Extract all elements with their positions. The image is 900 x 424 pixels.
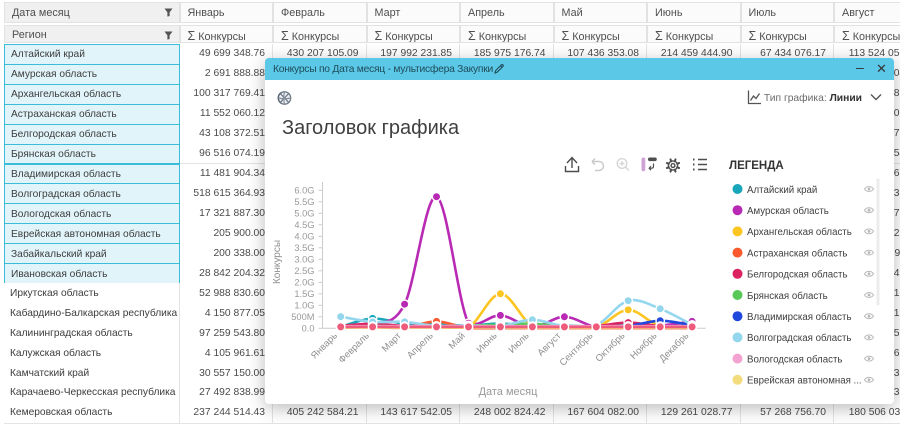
svg-text:Май: Май xyxy=(447,331,468,352)
svg-text:Ноябрь: Ноябрь xyxy=(628,331,659,362)
svg-text:Алтайский край: Алтайский край xyxy=(747,185,817,196)
svg-text:Январь: Январь xyxy=(309,331,340,362)
svg-text:5.5G: 5.5G xyxy=(294,197,314,207)
svg-text:Вологодская область: Вологодская область xyxy=(747,354,842,365)
svg-text:6.0G: 6.0G xyxy=(294,185,314,195)
svg-text:Тип графика: Линии: Тип графика: Линии xyxy=(764,92,862,104)
svg-text:Дата месяц: Дата месяц xyxy=(479,386,539,398)
svg-text:0.0: 0.0 xyxy=(302,323,315,333)
svg-text:2.5G: 2.5G xyxy=(294,266,314,276)
svg-text:500M: 500M xyxy=(291,312,314,322)
svg-text:4.0G: 4.0G xyxy=(294,231,314,241)
svg-text:4.5G: 4.5G xyxy=(294,220,314,230)
svg-text:Брянская область: Брянская область xyxy=(747,291,828,302)
svg-text:Астраханская область: Астраханская область xyxy=(747,248,847,259)
svg-text:3.5G: 3.5G xyxy=(294,243,314,253)
svg-text:Еврейская автономная ...: Еврейская автономная ... xyxy=(747,376,862,387)
svg-text:Август: Август xyxy=(536,330,564,358)
svg-text:Заголовок графика: Заголовок графика xyxy=(282,117,460,139)
svg-text:ЛЕГЕНДА: ЛЕГЕНДА xyxy=(729,160,784,172)
svg-text:Сентябрь: Сентябрь xyxy=(558,331,596,369)
svg-text:Владимирская область: Владимирская область xyxy=(747,312,852,323)
svg-text:Октябрь: Октябрь xyxy=(594,331,628,365)
svg-text:Декабрь: Декабрь xyxy=(657,331,691,365)
svg-text:Июнь: Июнь xyxy=(475,331,500,356)
svg-text:2.0G: 2.0G xyxy=(294,277,314,287)
svg-text:Апрель: Апрель xyxy=(405,331,436,362)
svg-text:Волгоградская область: Волгоградская область xyxy=(747,333,851,344)
svg-text:Белгородская область: Белгородская область xyxy=(747,270,848,281)
svg-text:Архангельская область: Архангельская область xyxy=(747,227,852,238)
svg-text:Март: Март xyxy=(380,330,404,354)
svg-text:1.0G: 1.0G xyxy=(294,300,314,310)
svg-text:Февраль: Февраль xyxy=(337,331,372,366)
svg-text:Амурская область: Амурская область xyxy=(747,206,829,217)
svg-text:3.0G: 3.0G xyxy=(294,254,314,264)
svg-text:Конкурсы: Конкурсы xyxy=(272,240,283,284)
svg-text:5.0G: 5.0G xyxy=(294,208,314,218)
svg-text:Июль: Июль xyxy=(507,331,532,356)
svg-text:1.5G: 1.5G xyxy=(294,289,314,299)
